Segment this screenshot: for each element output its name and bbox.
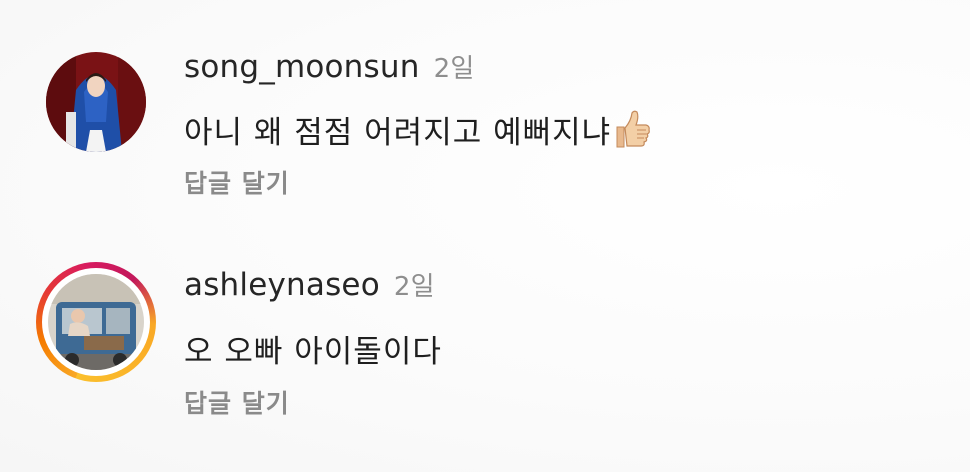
comment-time: 2일 (393, 272, 435, 302)
comment-username-row: ashleynaseo 2일 (184, 266, 435, 303)
reply-button[interactable]: 답글 달기 (184, 384, 290, 420)
comment-text: 오 오빠 아이돌이다 (184, 326, 442, 371)
comment-text-content: 아니 왜 점점 어려지고 예뻐지냐 (184, 115, 612, 151)
comment-username-row: song_moonsun 2일 (184, 48, 474, 85)
comment-time: 2일 (433, 54, 475, 84)
thumbs-up-icon (613, 109, 651, 157)
username-link[interactable]: ashleynaseo (184, 267, 380, 303)
comments-screen: song_moonsun 2일 아니 왜 점점 어려지고 예뻐지냐 답글 달기 (0, 0, 970, 472)
avatar-image (48, 274, 144, 370)
username-link[interactable]: song_moonsun (184, 49, 420, 85)
reply-button[interactable]: 답글 달기 (184, 164, 290, 200)
avatar-story-ring[interactable] (36, 262, 156, 382)
avatar-image (46, 52, 146, 152)
comment-text: 아니 왜 점점 어려지고 예뻐지냐 (184, 107, 651, 157)
avatar[interactable] (46, 52, 146, 152)
comment-text-content: 오 오빠 아이돌이다 (184, 334, 442, 370)
